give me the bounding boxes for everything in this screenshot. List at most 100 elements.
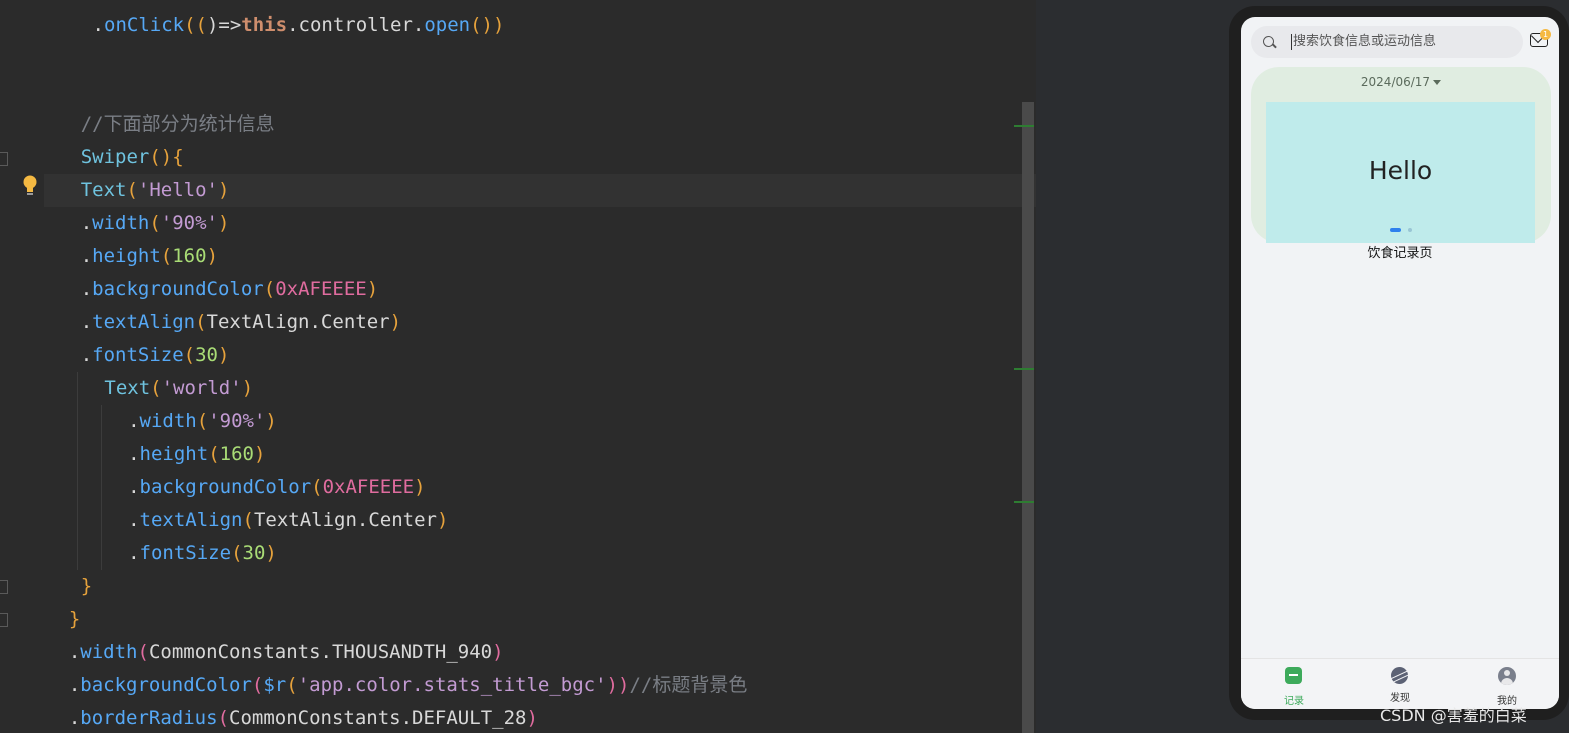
code-token: .	[68, 641, 81, 663]
code-line[interactable]: .width('90%')	[81, 207, 230, 240]
code-token: )	[218, 344, 230, 366]
tab-record[interactable]: 记录	[1264, 659, 1324, 709]
code-token: backgroundColor	[139, 476, 312, 498]
code-token: (	[196, 410, 209, 432]
search-icon	[1263, 36, 1274, 47]
date-text: 2024/06/17	[1360, 75, 1431, 89]
code-token: textAlign	[92, 311, 196, 333]
code-token: TextAlign.Center	[206, 311, 390, 333]
code-token: (	[231, 542, 243, 564]
calendar-icon	[1285, 667, 1302, 684]
code-token: )	[206, 245, 219, 267]
code-token: //标题背景色	[629, 674, 748, 696]
code-line[interactable]: Text('world')	[104, 372, 253, 405]
code-line[interactable]: }	[69, 603, 80, 636]
lightbulb-icon[interactable]	[22, 175, 38, 197]
code-token: (){	[149, 146, 184, 168]
change-marker	[1014, 368, 1034, 370]
code-token: CommonConstants.DEFAULT_28	[229, 707, 527, 729]
code-token: )	[492, 641, 504, 663]
code-token: width	[139, 410, 197, 432]
code-token: .	[92, 14, 104, 36]
code-token: .	[128, 410, 140, 432]
code-token: Text	[104, 377, 151, 399]
code-token: ))	[606, 674, 630, 696]
code-token: this	[241, 14, 288, 36]
code-token: 160	[219, 443, 254, 465]
code-token: ())	[470, 14, 505, 36]
code-line[interactable]: }	[81, 570, 92, 603]
code-line[interactable]: .backgroundColor(0xAFEEEE)	[81, 273, 378, 306]
code-token: (	[217, 707, 230, 729]
code-token: )	[414, 476, 426, 498]
fold-marker-icon[interactable]	[0, 152, 8, 166]
code-token: .controller.	[287, 14, 425, 36]
code-token: }	[80, 575, 93, 597]
planet-icon	[1391, 667, 1408, 684]
code-line[interactable]: .width('90%')	[128, 405, 277, 438]
search-bar[interactable]: 搜索饮食信息或运动信息	[1251, 26, 1523, 58]
code-line[interactable]: .textAlign(TextAlign.Center)	[81, 306, 401, 339]
search-input[interactable]: 搜索饮食信息或运动信息	[1293, 26, 1436, 58]
code-token: )	[265, 542, 277, 564]
code-token: .	[128, 476, 140, 498]
change-marker	[1014, 501, 1034, 503]
code-token: )=>	[206, 14, 242, 36]
date-picker[interactable]: 2024/06/17	[1251, 75, 1551, 89]
code-token: Text	[80, 179, 127, 201]
swiper[interactable]: Hello	[1266, 102, 1535, 243]
code-line[interactable]: .onClick(()=>this.controller.open())	[93, 9, 505, 42]
code-token: textAlign	[139, 509, 243, 531]
code-token: )	[241, 377, 254, 399]
code-token: }	[68, 608, 81, 630]
code-token: CommonConstants.THOUSANDTH_940	[148, 641, 493, 663]
code-token: .	[68, 707, 81, 729]
editor-gutter	[0, 0, 44, 733]
notification-badge: 1	[1540, 29, 1551, 40]
change-marker	[1014, 125, 1034, 127]
code-token: borderRadius	[80, 707, 218, 729]
code-line[interactable]: .backgroundColor($r('app.color.stats_tit…	[69, 669, 747, 702]
code-line[interactable]: .borderRadius(CommonConstants.DEFAULT_28…	[69, 702, 538, 733]
code-token: )	[217, 179, 230, 201]
code-token: (	[195, 311, 207, 333]
code-line[interactable]: Swiper(){	[81, 141, 184, 174]
fold-marker-icon[interactable]	[0, 613, 8, 627]
code-token: )	[265, 410, 277, 432]
code-token: onClick	[104, 14, 185, 36]
editor-scrollbar[interactable]	[1022, 102, 1034, 733]
swiper-indicator[interactable]	[1408, 228, 1412, 232]
watermark: CSDN @害羞的白菜	[1380, 706, 1527, 725]
code-line[interactable]: Text('Hello')	[81, 174, 230, 207]
code-token: (	[149, 212, 161, 234]
code-line[interactable]: .textAlign(TextAlign.Center)	[128, 504, 448, 537]
code-line[interactable]: .fontSize(30)	[128, 537, 277, 570]
code-token: 'Hello'	[137, 179, 218, 201]
phone-screen: 搜索饮食信息或运动信息 1 2024/06/17 Hello 饮食记录页 记录 …	[1241, 17, 1559, 709]
code-token: Swiper	[80, 146, 150, 168]
code-token: 'world'	[161, 377, 242, 399]
code-token: .	[80, 212, 93, 234]
code-token: 160	[172, 245, 207, 267]
swiper-indicator-active[interactable]	[1390, 228, 1401, 232]
code-token: (	[160, 245, 173, 267]
fold-marker-icon[interactable]	[0, 580, 8, 594]
code-token: 'app.color.stats_title_bgc'	[297, 674, 607, 696]
code-token: open	[424, 14, 471, 36]
code-token: backgroundColor	[92, 278, 264, 300]
code-line[interactable]: .height(160)	[81, 240, 218, 273]
code-line[interactable]: .backgroundColor(0xAFEEEE)	[128, 471, 425, 504]
code-token: (	[150, 377, 162, 399]
indent-guide	[101, 405, 102, 570]
indent-guide	[77, 372, 78, 570]
code-token: (	[126, 179, 138, 201]
code-line[interactable]: //下面部分为统计信息	[81, 108, 275, 141]
code-token: TextAlign.Center	[253, 509, 437, 531]
code-editor[interactable]: .onClick(()=>this.controller.open())//下面…	[0, 0, 1036, 733]
code-line[interactable]: .width(CommonConstants.THOUSANDTH_940)	[69, 636, 504, 669]
code-line[interactable]: .height(160)	[128, 438, 265, 471]
code-line[interactable]: .fontSize(30)	[81, 339, 230, 372]
code-token: 30	[195, 344, 218, 366]
code-token: width	[92, 212, 150, 234]
code-token: (	[183, 344, 196, 366]
